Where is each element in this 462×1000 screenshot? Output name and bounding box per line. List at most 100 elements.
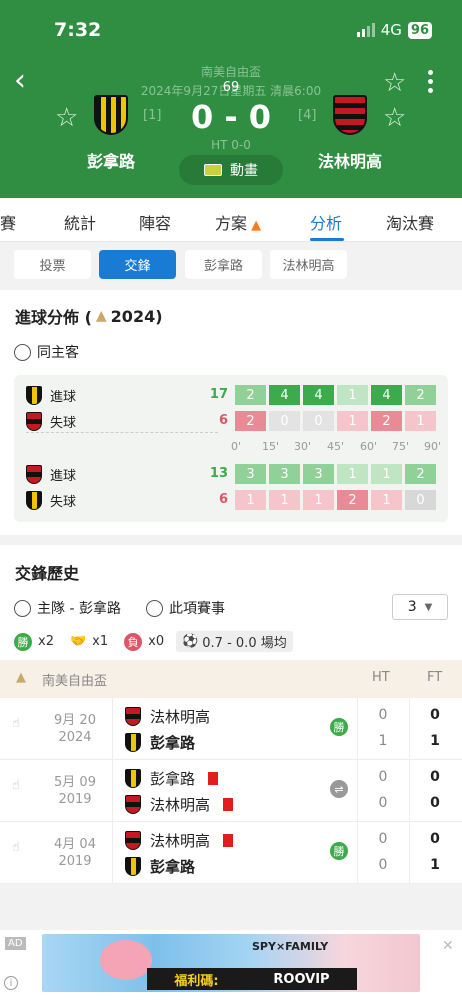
- ht-away: 0: [378, 795, 388, 811]
- ht-away: 1: [378, 733, 388, 749]
- divider: [409, 698, 410, 760]
- win-badge: 勝: [14, 632, 32, 651]
- divider: [357, 698, 358, 760]
- losses-count: x0: [148, 634, 165, 649]
- row-label: 失球: [50, 415, 77, 431]
- home-filter-label: 主隊 - 彭拿路: [37, 601, 121, 617]
- h2h-match-row[interactable]: ☝ 5月 09 2019 彭拿路 法林明高 ⇌ 0 0 0 0: [0, 760, 462, 822]
- tick-label: 60': [360, 440, 378, 453]
- away-rank: [4]: [298, 108, 317, 123]
- divider: [112, 760, 113, 822]
- ad-code-bar: 福利碼: ROOVIP: [147, 968, 357, 990]
- tab-analysis[interactable]: 分析: [310, 210, 342, 234]
- info-icon[interactable]: i: [4, 976, 18, 990]
- h2h-match-row[interactable]: ☝ 9月 20 2024 法林明高 彭拿路 勝 0 1 0 1: [0, 698, 462, 760]
- divider: [112, 822, 113, 884]
- ad-banner[interactable]: AD i SPY×FAMILY 福利碼: ROOVIP ✕: [0, 930, 462, 1000]
- result-badge: 勝: [330, 718, 348, 736]
- cell: 1: [337, 385, 368, 405]
- battery-icon: 96: [407, 21, 432, 39]
- animation-button[interactable]: 動畫: [179, 155, 283, 185]
- tab-lineup[interactable]: 陣容: [139, 210, 171, 234]
- subtab-vote[interactable]: 投票: [14, 250, 91, 279]
- divider: [409, 822, 410, 884]
- match-day: 4月 04: [54, 837, 96, 852]
- team-name: 彭拿路: [150, 770, 196, 788]
- tab-stats[interactable]: 統計: [64, 210, 96, 234]
- cell: 4: [269, 385, 300, 405]
- favorite-away-icon[interactable]: ☆: [383, 105, 406, 131]
- tab-tips[interactable]: 方案 ▲: [215, 210, 261, 234]
- tab-knockout[interactable]: 淘汰賽: [386, 210, 434, 234]
- team-name: 法林明高: [150, 796, 211, 814]
- red-card-icon: [208, 772, 219, 785]
- cell: 2: [405, 385, 436, 405]
- ad-character-image: [100, 940, 152, 980]
- status-icons: 4G 96: [356, 21, 432, 39]
- wins-count: x2: [38, 634, 54, 649]
- cell: 4: [303, 385, 334, 405]
- row-total: 13: [209, 466, 228, 481]
- match-header: 7:32 4G 96 ‹ ☆ 南美自由盃 2024年9月27日星期五 清晨6:0…: [0, 0, 462, 198]
- subtab-home-team[interactable]: 彭拿路: [185, 250, 262, 279]
- status-time: 7:32: [54, 19, 102, 41]
- competition-name: 南美自由盃: [200, 65, 261, 79]
- hand-pointer-icon: ☝: [12, 840, 20, 855]
- cell: 0: [405, 490, 436, 510]
- row-cells: 2 4 4 1 4 2: [235, 385, 436, 405]
- away-team-logo-small: [26, 464, 42, 484]
- tick-label: 90': [424, 440, 442, 453]
- ad-banner-text: 福利碼:: [174, 973, 219, 989]
- ft-away: 0: [430, 795, 440, 811]
- cell: 1: [269, 490, 300, 510]
- ad-image[interactable]: SPY×FAMILY 福利碼: ROOVIP: [42, 934, 420, 992]
- hand-pointer-icon: ☝: [12, 716, 20, 731]
- competition-filter-label: 此項賽事: [169, 601, 225, 617]
- team-logo: [125, 707, 141, 726]
- cell: 2: [337, 490, 368, 510]
- analysis-subtabs: 投票 交鋒 彭拿路 法林明高: [0, 242, 462, 288]
- match-year: 2019: [58, 854, 92, 869]
- handshake-icon: 🤝: [69, 634, 87, 649]
- home-filter[interactable]: 主隊 - 彭拿路: [14, 598, 121, 618]
- team-logo: [125, 733, 141, 752]
- match-year: 2019: [58, 792, 92, 807]
- match-away: 彭拿路: [125, 856, 195, 877]
- h2h-match-row[interactable]: ☝ 4月 04 2019 法林明高 彭拿路 勝 0 0 0 1: [0, 822, 462, 884]
- tab-league[interactable]: 聯賽: [0, 210, 16, 234]
- ad-series-text: SPY×FAMILY: [252, 940, 329, 953]
- cell: 2: [235, 411, 266, 431]
- away-team-name[interactable]: 法林明高: [290, 148, 410, 172]
- subtab-h2h[interactable]: 交鋒: [99, 250, 176, 279]
- hand-pointer-icon: ☝: [12, 778, 20, 793]
- goal-distribution-card: 進球分佈 ( ▲ 2024) 同主客 進球 17 2 4 4 1 4 2 失球 …: [0, 290, 462, 535]
- match-date: 5月 09 2019: [40, 774, 110, 808]
- subtab-away-team[interactable]: 法林明高: [270, 250, 347, 279]
- away-team-logo-small: [26, 411, 42, 431]
- red-card-icon: [223, 834, 234, 847]
- ht-home: 0: [378, 707, 388, 723]
- row-cells: 1 1 1 2 1 0: [235, 490, 436, 510]
- competition-filter[interactable]: 此項賽事: [146, 598, 225, 618]
- team-logo: [125, 795, 141, 814]
- cell: 1: [337, 464, 368, 484]
- active-tab-indicator: [310, 238, 344, 241]
- row-cells: 3 3 3 1 1 2: [235, 464, 436, 484]
- match-count-select[interactable]: 3 ▼: [392, 594, 448, 620]
- match-minute: 69: [222, 80, 240, 95]
- draw-handshake-icon: ⇌: [330, 780, 348, 798]
- pitch-icon: [204, 164, 222, 176]
- trophy-icon: ▲: [95, 308, 107, 324]
- team-name: 彭拿路: [150, 858, 196, 876]
- match-away: 彭拿路: [125, 732, 195, 753]
- goal-distribution-year: 2024): [110, 306, 163, 326]
- ft-home: 0: [430, 831, 440, 847]
- team-logo: [125, 857, 141, 876]
- cell: 3: [235, 464, 266, 484]
- row-cells: 2 0 0 1 2 1: [235, 411, 436, 431]
- signal-icon: [356, 23, 375, 37]
- same-venue-filter[interactable]: 同主客: [14, 342, 79, 362]
- divider: [357, 760, 358, 822]
- close-icon[interactable]: ✕: [442, 938, 454, 954]
- away-team-logo[interactable]: [333, 95, 367, 139]
